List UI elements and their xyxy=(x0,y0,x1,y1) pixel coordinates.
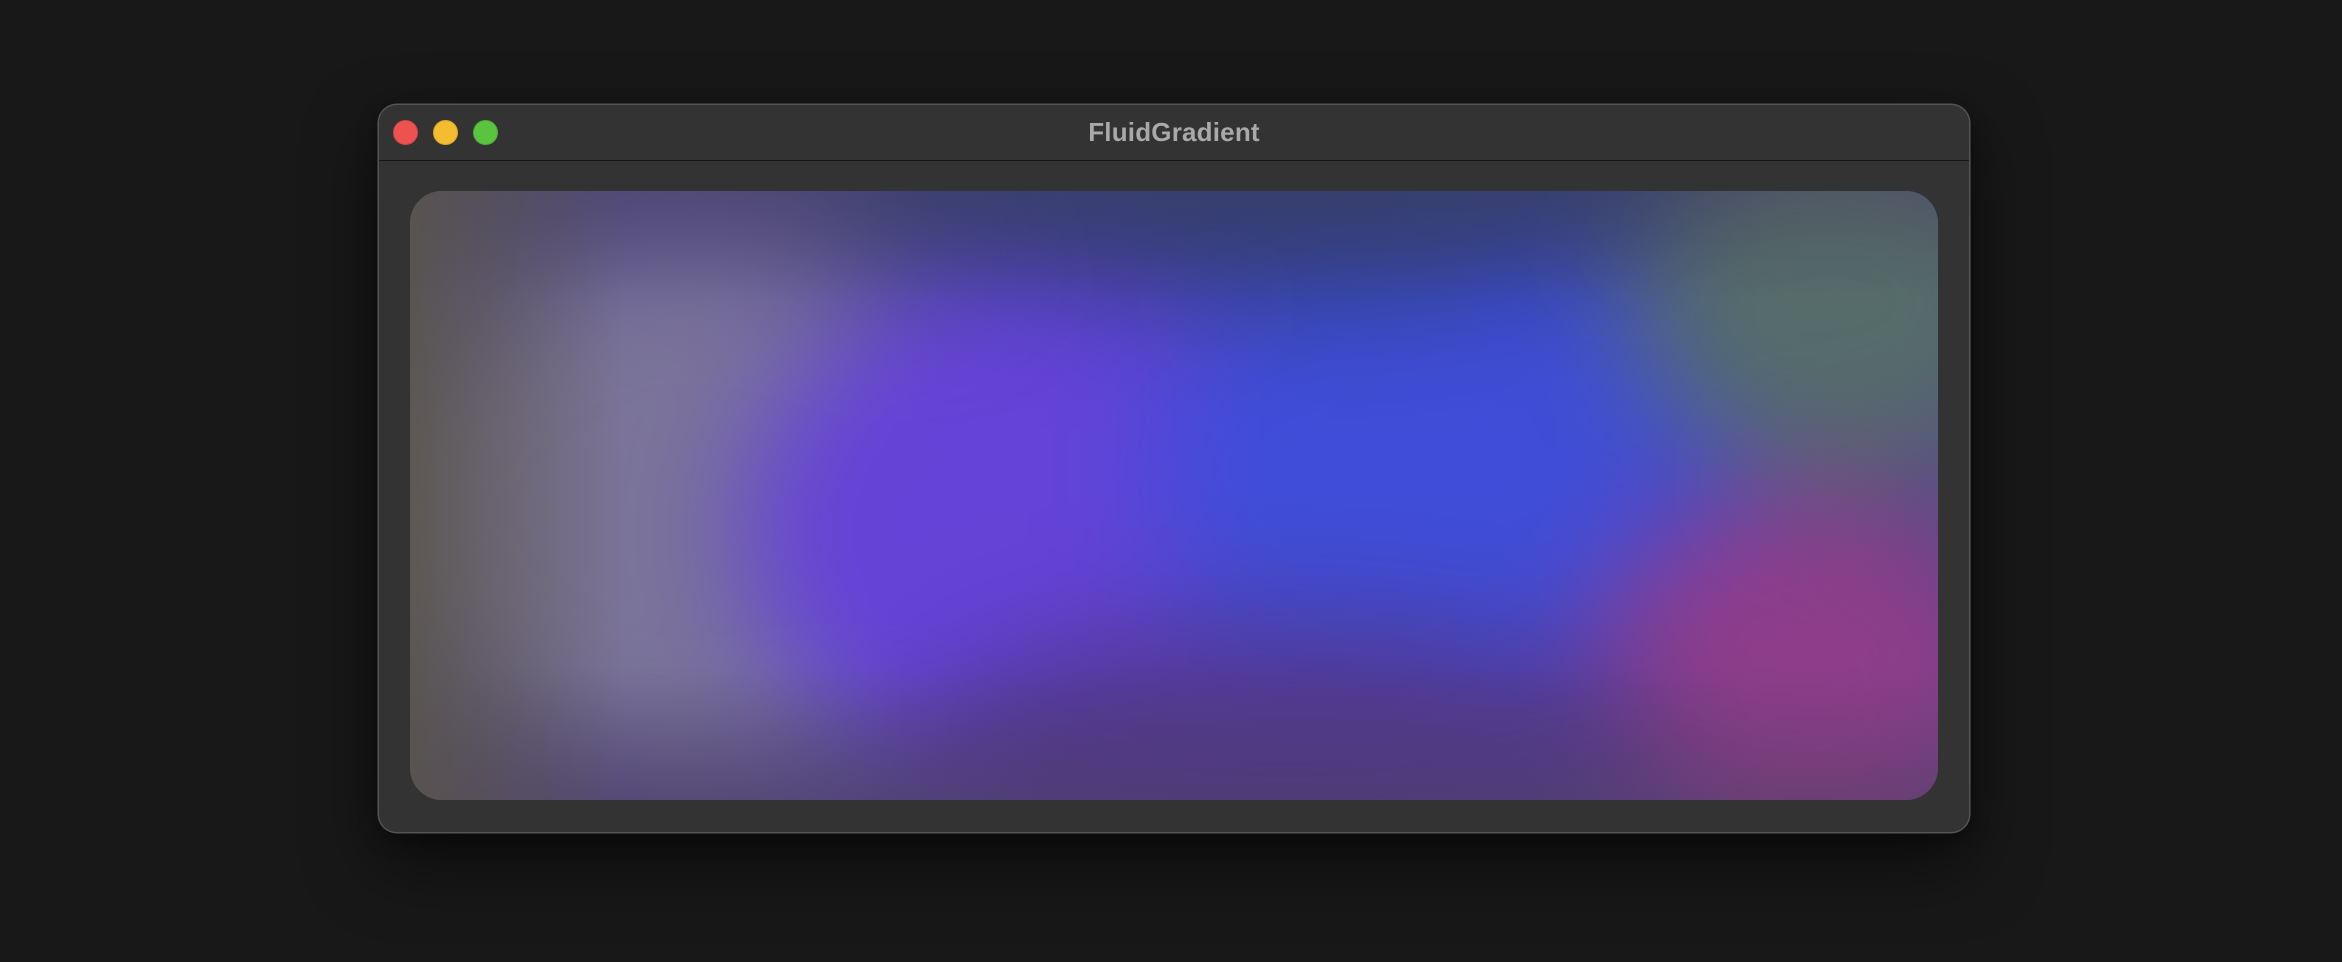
app-window: FluidGradient xyxy=(379,105,1969,832)
fluid-gradient-view xyxy=(410,191,1938,800)
gradient-edge-shade xyxy=(410,191,1938,800)
title-bar[interactable]: FluidGradient xyxy=(379,105,1969,161)
window-content xyxy=(379,162,1969,832)
window-title: FluidGradient xyxy=(1088,117,1260,147)
desktop: FluidGradient xyxy=(0,0,2342,962)
